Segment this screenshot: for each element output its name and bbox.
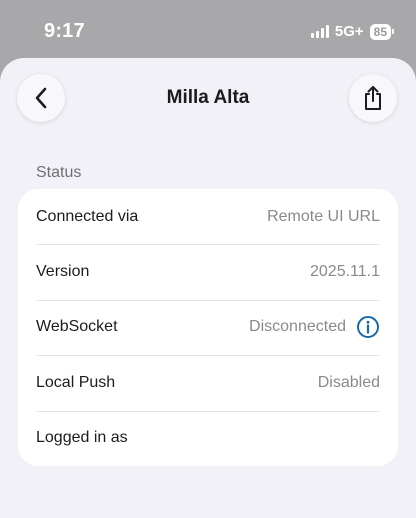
- info-icon[interactable]: [356, 315, 380, 339]
- row-websocket: WebSocket Disconnected: [18, 299, 398, 355]
- row-version: Version 2025.11.1: [18, 244, 398, 299]
- row-value: Disabled: [317, 373, 380, 391]
- row-label: Local Push: [36, 373, 116, 391]
- row-value: Disconnected: [249, 318, 346, 336]
- row-logged-in-as: Logged in as: [18, 410, 398, 466]
- status-indicators: 5G+ 85: [310, 23, 394, 40]
- row-label: Version: [36, 263, 90, 281]
- cellular-signal-icon: [310, 25, 329, 38]
- status-card: Connected via Remote UI URL Version 2025…: [18, 189, 398, 466]
- settings-sheet: Milla Alta Status Connected via Remote U…: [0, 58, 416, 518]
- row-value: 2025.11.1: [310, 263, 380, 281]
- row-label: Logged in as: [36, 429, 128, 447]
- row-value: Remote UI URL: [267, 207, 380, 225]
- status-time: 9:17: [44, 20, 85, 42]
- battery-level: 85: [369, 23, 391, 40]
- row-connected-via: Connected via Remote UI URL: [18, 189, 398, 244]
- battery-icon: 85: [369, 23, 394, 40]
- network-type: 5G+: [334, 23, 364, 40]
- section-header-status: Status: [36, 164, 82, 181]
- share-icon: [365, 86, 381, 110]
- row-label: WebSocket: [36, 318, 118, 336]
- share-button[interactable]: [349, 74, 397, 122]
- row-label: Connected via: [36, 207, 139, 225]
- status-bar: 9:17 5G+ 85: [0, 0, 416, 58]
- row-local-push: Local Push Disabled: [18, 355, 398, 410]
